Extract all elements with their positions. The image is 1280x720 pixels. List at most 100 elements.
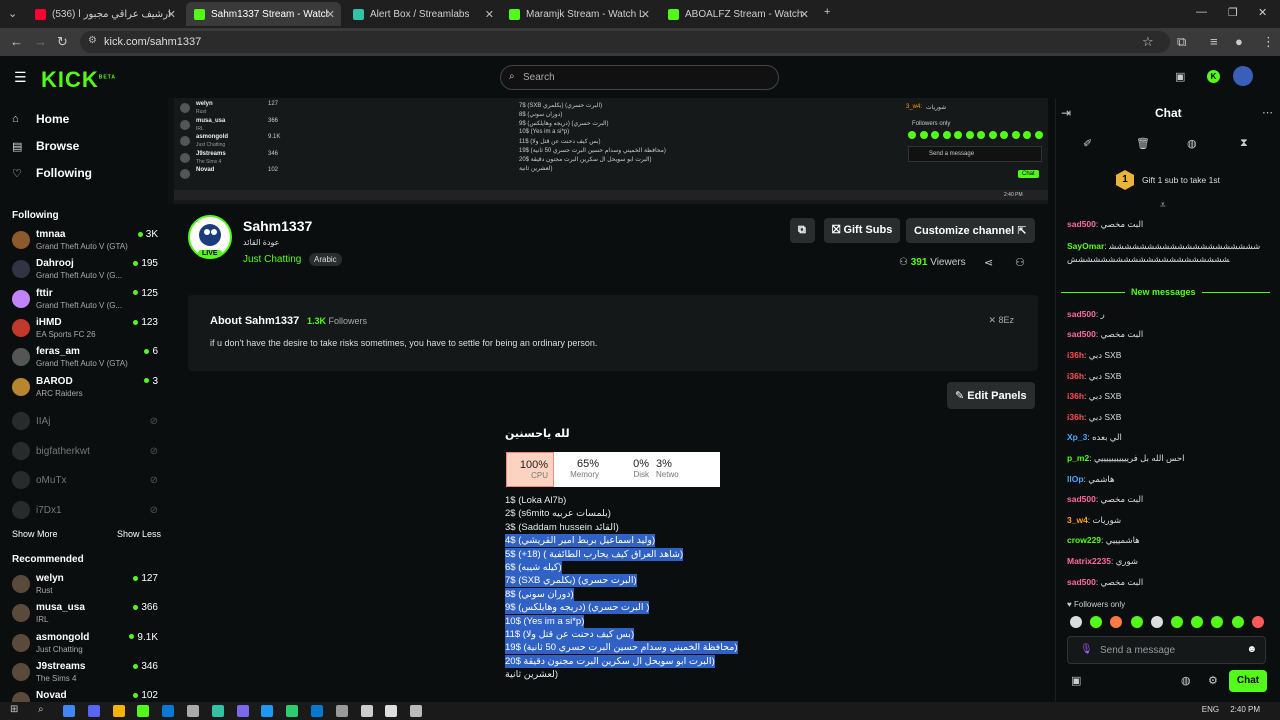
- collapse-chat-icon[interactable]: ⇥: [1061, 106, 1071, 120]
- following-channel[interactable]: IIAj ⊘: [12, 410, 162, 438]
- x-social-link[interactable]: ✕ 8Ez: [988, 315, 1014, 326]
- taskbar-app-icon[interactable]: [187, 705, 199, 717]
- chat-username[interactable]: sad500: [1067, 309, 1096, 319]
- tab-close-icon[interactable]: ✕: [641, 8, 650, 21]
- taskbar-app-icon[interactable]: [87, 705, 100, 717]
- new-tab-button[interactable]: +: [824, 6, 830, 18]
- chat-message[interactable]: sad500: البت مخصي: [1067, 494, 1143, 505]
- chat-message[interactable]: sad500: ر: [1067, 309, 1105, 320]
- taskbar-app-icon[interactable]: [261, 705, 274, 717]
- chat-message[interactable]: crow229: هاشميييي: [1067, 535, 1140, 546]
- chat-message[interactable]: i36h: دبي SXB: [1067, 350, 1121, 361]
- taskbar-app-icon[interactable]: [162, 705, 175, 717]
- chat-username[interactable]: Xp_3: [1067, 432, 1087, 442]
- chat-message[interactable]: llOp: هاشمي: [1067, 474, 1114, 485]
- chat-message[interactable]: Matrix2235: شوري: [1067, 556, 1138, 567]
- chat-username[interactable]: sad500: [1067, 219, 1096, 229]
- gift-subs-button[interactable]: ⛝ Gift Subs: [824, 218, 901, 243]
- tab-search-icon[interactable]: ⌄: [8, 7, 17, 20]
- gift-sub-prompt[interactable]: Gift 1 sub to take 1st: [1142, 175, 1220, 185]
- show-more-button[interactable]: Show More: [12, 529, 58, 539]
- chat-message[interactable]: i36h: دبي SXB: [1067, 371, 1121, 382]
- browser-tab[interactable]: (536) أرشيف عراقي مجبور أ...✕: [27, 2, 182, 26]
- recommended-channel[interactable]: welyn Rust 127: [12, 573, 162, 601]
- tab-close-icon[interactable]: ✕: [167, 8, 176, 21]
- send-chat-button[interactable]: Chat: [1229, 670, 1267, 692]
- mic-icon[interactable]: 🎙: [1080, 644, 1093, 655]
- scroll-down-icon[interactable]: ⩡: [1160, 200, 1166, 211]
- show-less-button[interactable]: Show Less: [117, 529, 161, 539]
- following-channel[interactable]: BAROD ARC Raiders 3: [12, 376, 162, 404]
- emote-icon[interactable]: [1231, 616, 1244, 628]
- taskbar-app-icon[interactable]: [137, 705, 150, 717]
- nav-home[interactable]: ⌂ Home: [12, 112, 69, 126]
- tab-close-icon[interactable]: ✕: [485, 8, 494, 21]
- chat-username[interactable]: sad500: [1067, 494, 1096, 504]
- kick-points-icon[interactable]: K: [1207, 70, 1220, 83]
- taskbar-search-icon[interactable]: ⌕: [38, 704, 44, 715]
- chat-message[interactable]: i36h: دبي SXB: [1067, 412, 1121, 423]
- reload-icon[interactable]: ↻: [57, 34, 68, 50]
- chat-username[interactable]: sad500: [1067, 329, 1096, 339]
- address-bar[interactable]: ⚙ kick.com/sahm1337: [80, 31, 1170, 53]
- language-indicator[interactable]: ENG: [1202, 705, 1219, 714]
- customize-channel-button[interactable]: Customize channel ⇱: [906, 218, 1035, 243]
- close-window-icon[interactable]: ✕: [1258, 6, 1267, 19]
- tab-close-icon[interactable]: ✕: [326, 8, 335, 21]
- taskbar-app-icon[interactable]: [211, 705, 224, 717]
- forward-icon[interactable]: →: [34, 34, 47, 49]
- taskbar-app-icon[interactable]: [112, 705, 125, 717]
- search-input[interactable]: ⌕ Search: [500, 65, 779, 90]
- following-channel[interactable]: feras_am Grand Theft Auto V (GTA) 6: [12, 346, 162, 374]
- taskbar-app-icon[interactable]: [236, 705, 249, 717]
- share-icon[interactable]: ⋖: [984, 256, 993, 269]
- chat-menu-icon[interactable]: ⋯: [1262, 106, 1273, 119]
- browser-tab[interactable]: Maramjk Stream - Watch Live o...✕: [501, 2, 656, 26]
- chat-username[interactable]: sad500: [1067, 577, 1096, 587]
- clock[interactable]: 2:40 PM: [1230, 705, 1260, 714]
- maximize-icon[interactable]: ❐: [1228, 6, 1238, 19]
- chat-message[interactable]: SayOmar: ‏شششششششششششششششششششششششششششششش…: [1067, 240, 1266, 266]
- emote-icon[interactable]: [1070, 616, 1082, 628]
- stream-category-link[interactable]: Just Chatting: [243, 254, 301, 265]
- kick-logo[interactable]: KICKBETA: [41, 67, 116, 93]
- chat-message[interactable]: 3_w4: شوريات: [1067, 515, 1121, 526]
- following-channel[interactable]: tmnaa Grand Theft Auto V (GTA) 3K: [12, 229, 162, 257]
- emote-icon[interactable]: [1251, 616, 1264, 628]
- browser-tab[interactable]: ABOALFZ Stream - Watch Live ...✕: [660, 2, 815, 26]
- chat-username[interactable]: SayOmar: [1067, 241, 1104, 251]
- recommended-channel[interactable]: J9streams The Sims 4 346: [12, 661, 162, 689]
- recommended-channel[interactable]: asmongold Just Chatting 9.1K: [12, 632, 162, 660]
- emoji-icon[interactable]: ☻: [1246, 644, 1257, 655]
- taskbar-app-icon[interactable]: [360, 705, 373, 717]
- taskbar-app-icon[interactable]: [335, 705, 348, 717]
- extensions-icon[interactable]: ⧉: [1177, 34, 1186, 50]
- chat-message[interactable]: p_m2: احس الله بل فريييييييييييي: [1067, 453, 1184, 464]
- following-channel[interactable]: i7Dx1 ⊘: [12, 499, 162, 527]
- hourglass-icon[interactable]: ⧗: [1240, 137, 1248, 150]
- emote-icon[interactable]: [1130, 616, 1143, 628]
- browser-tab[interactable]: Sahm1337 Stream - Watch Live✕: [186, 2, 341, 26]
- edit-panels-button[interactable]: ✎ Edit Panels: [947, 382, 1035, 409]
- chat-store-icon[interactable]: ▣: [1071, 674, 1081, 687]
- chat-username[interactable]: 3_w4: [1067, 515, 1088, 525]
- site-info-icon[interactable]: ⚙: [88, 35, 97, 46]
- chat-username[interactable]: i36h: [1067, 371, 1084, 381]
- tab-close-icon[interactable]: ✕: [800, 8, 809, 21]
- emote-icon[interactable]: [1150, 616, 1163, 628]
- chat-username[interactable]: p_m2: [1067, 453, 1089, 463]
- menu-icon[interactable]: ☰: [14, 69, 27, 86]
- following-channel[interactable]: fttir Grand Theft Auto V (G... 125: [12, 288, 162, 316]
- chat-message[interactable]: sad500: البت مخصي: [1067, 219, 1143, 230]
- user-avatar[interactable]: [1233, 66, 1253, 86]
- start-icon[interactable]: ⊞: [10, 704, 18, 715]
- pin-icon[interactable]: ✐: [1083, 137, 1092, 150]
- chat-username[interactable]: i36h: [1067, 391, 1084, 401]
- chat-settings-icon[interactable]: ⚙: [1208, 674, 1218, 687]
- language-tag[interactable]: Arabic: [309, 253, 342, 266]
- chat-username[interactable]: llOp: [1067, 474, 1084, 484]
- browser-tab[interactable]: Alert Box / Streamlabs ✕: [345, 2, 500, 26]
- drops-icon[interactable]: ▣: [1175, 70, 1185, 83]
- media-control-icon[interactable]: ≡: [1210, 34, 1218, 49]
- chat-username[interactable]: Matrix2235: [1067, 556, 1111, 566]
